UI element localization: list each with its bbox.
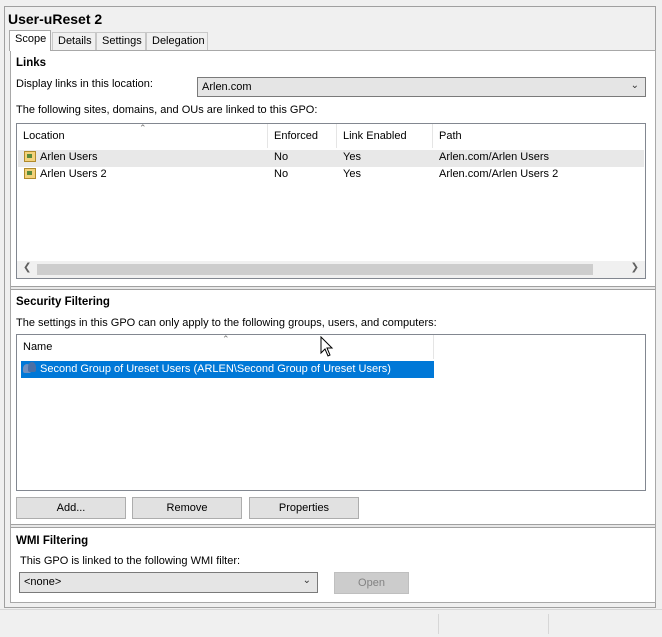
organizational-unit-icon xyxy=(24,151,36,162)
column-link-enabled[interactable]: Link Enabled xyxy=(337,124,433,148)
organizational-unit-icon xyxy=(24,168,36,179)
section-divider[interactable] xyxy=(11,524,655,528)
scrollbar-thumb[interactable] xyxy=(37,264,593,275)
link-enabled: Yes xyxy=(343,151,361,163)
user-group-icon xyxy=(23,362,37,374)
location-value: Arlen.com xyxy=(202,81,252,93)
security-description: The settings in this GPO can only apply … xyxy=(16,317,437,329)
link-location-cell: Arlen Users 2 xyxy=(24,168,107,180)
remove-button[interactable]: Remove xyxy=(132,497,242,519)
location-dropdown[interactable]: Arlen.com ⌄ xyxy=(197,77,646,97)
link-location-cell: Arlen Users xyxy=(24,151,97,163)
wmi-heading: WMI Filtering xyxy=(16,535,89,547)
links-heading: Links xyxy=(16,57,47,69)
open-button[interactable]: Open xyxy=(334,572,409,594)
properties-button[interactable]: Properties xyxy=(249,497,359,519)
status-separator xyxy=(438,614,439,634)
column-name[interactable]: Name xyxy=(17,335,434,359)
list-item[interactable]: Second Group of Ureset Users (ARLEN\Seco… xyxy=(21,361,434,378)
status-bar xyxy=(0,609,662,637)
security-principal-name: Second Group of Ureset Users (ARLEN\Seco… xyxy=(40,363,391,375)
link-path: Arlen.com/Arlen Users xyxy=(439,151,550,163)
tab-scope[interactable]: Scope xyxy=(9,30,51,51)
links-horizontal-scrollbar[interactable]: ❮ ❯ xyxy=(17,261,645,278)
chevron-down-icon: ⌄ xyxy=(302,575,311,586)
wmi-description: This GPO is linked to the following WMI … xyxy=(20,555,241,567)
security-principal-cell: Second Group of Ureset Users (ARLEN\Seco… xyxy=(23,362,391,375)
column-enforced[interactable]: Enforced xyxy=(268,124,337,148)
tab-settings[interactable]: Settings xyxy=(96,32,146,50)
status-separator xyxy=(548,614,549,634)
link-location: Arlen Users xyxy=(40,151,98,163)
gpo-title: User-uReset 2 xyxy=(8,11,103,27)
security-heading: Security Filtering xyxy=(16,296,110,308)
links-description: The following sites, domains, and OUs ar… xyxy=(16,104,318,116)
link-enforced: No xyxy=(274,168,289,180)
table-row[interactable]: Arlen Users 2 No Yes Arlen.com/Arlen Use… xyxy=(18,167,644,184)
mouse-pointer-icon xyxy=(320,336,334,357)
chevron-down-icon: ⌄ xyxy=(630,80,639,91)
wmi-filter-dropdown[interactable]: <none> ⌄ xyxy=(19,572,318,593)
wmi-filter-value: <none> xyxy=(24,576,62,588)
link-enforced: No xyxy=(274,151,289,163)
tab-delegation[interactable]: Delegation xyxy=(146,32,208,50)
column-path[interactable]: Path xyxy=(433,124,645,148)
scroll-right-icon[interactable]: ❯ xyxy=(631,262,639,273)
section-divider[interactable] xyxy=(11,286,655,290)
add-button[interactable]: Add... xyxy=(16,497,126,519)
table-row[interactable]: Arlen Users No Yes Arlen.com/Arlen Users xyxy=(18,150,644,167)
tab-details[interactable]: Details xyxy=(52,32,96,50)
location-label: Display links in this location: xyxy=(16,78,153,90)
links-list[interactable]: ⌃ Location Enforced Link Enabled Path Ar… xyxy=(16,123,646,279)
link-path: Arlen.com/Arlen Users 2 xyxy=(439,168,559,180)
link-location: Arlen Users 2 xyxy=(40,168,107,180)
column-location[interactable]: Location xyxy=(17,124,268,148)
link-enabled: Yes xyxy=(343,168,361,180)
scroll-left-icon[interactable]: ❮ xyxy=(23,262,31,273)
